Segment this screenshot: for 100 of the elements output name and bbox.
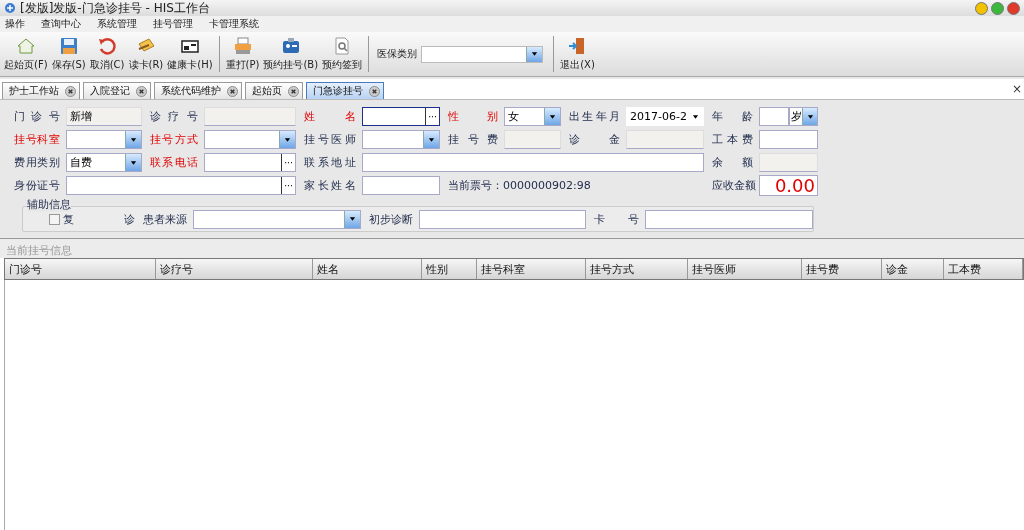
column-header[interactable]: 挂号费 <box>802 259 882 279</box>
caret-icon <box>549 113 556 120</box>
toolbar-button[interactable]: 预约签到 <box>320 36 365 72</box>
field-label: 身份证号 <box>13 178 61 193</box>
ellipsis-button[interactable]: ··· <box>281 154 295 171</box>
input-field[interactable]: 新增 <box>66 107 142 126</box>
input-field[interactable] <box>362 176 440 195</box>
dropdown-field[interactable] <box>362 130 440 149</box>
close-icon[interactable] <box>369 85 380 97</box>
column-header[interactable]: 姓名 <box>312 259 423 279</box>
document-tab[interactable]: 起始页 <box>245 82 303 99</box>
close-button[interactable] <box>1007 1 1020 15</box>
caret-icon <box>806 113 814 120</box>
close-icon[interactable] <box>136 85 147 97</box>
close-all-button[interactable]: × <box>1011 82 1022 96</box>
menu-item[interactable]: 查询中心 <box>41 17 81 31</box>
printer-icon <box>232 36 253 56</box>
menu-item[interactable]: 卡管理系统 <box>209 17 259 31</box>
field-label: 费用类别 <box>13 155 61 170</box>
minimize-button[interactable] <box>975 1 988 15</box>
caret-icon <box>130 159 137 166</box>
field-label: 患者来源 <box>142 211 187 227</box>
home-icon <box>15 36 36 56</box>
ellipsis-button[interactable]: ··· <box>281 177 295 194</box>
toolbar-button[interactable]: 健康卡(H) <box>165 36 215 72</box>
caret-icon <box>348 216 356 222</box>
dropdown-field[interactable]: 自费 <box>66 153 142 172</box>
input-field[interactable] <box>645 209 813 229</box>
column-header[interactable]: 工本费 <box>943 259 1023 279</box>
field-label: 卡 号 <box>594 211 640 227</box>
dropdown-field[interactable]: 女 <box>504 107 561 126</box>
close-icon[interactable] <box>227 85 238 97</box>
column-header[interactable]: 诊金 <box>881 259 944 279</box>
field-label: 余 额 <box>711 155 754 170</box>
insurance-label: 医保类别 <box>377 47 418 61</box>
undo-icon <box>97 36 118 56</box>
field-label: 诊 金 <box>568 132 621 147</box>
input-field[interactable] <box>362 153 704 172</box>
document-tab[interactable]: 门急诊挂号 <box>306 82 384 99</box>
dropdown-field[interactable] <box>192 209 361 229</box>
toolbar-button[interactable]: 重打(P) <box>223 36 262 72</box>
field-label: 应收金额 <box>711 178 757 193</box>
document-tab[interactable]: 护士工作站 <box>2 82 80 99</box>
field-label: 家长姓名 <box>303 178 357 193</box>
checkbox[interactable] <box>49 213 60 225</box>
dropdown-field[interactable] <box>66 130 142 149</box>
field-label: 挂号费 <box>447 132 499 147</box>
date-picker[interactable]: 2017-06-2 <box>626 107 704 126</box>
toolbar-button[interactable]: 起始页(F) <box>2 36 50 72</box>
menu-item[interactable]: 挂号管理 <box>153 17 193 31</box>
field-label: 挂号科室 <box>13 132 61 147</box>
input-field[interactable] <box>759 107 789 126</box>
window-title: [发版]发版-门急诊挂号 - HIS工作台 <box>20 0 211 17</box>
document-tab[interactable]: 入院登记 <box>83 82 151 99</box>
field-label: 诊 疗 号 <box>149 109 199 124</box>
close-icon[interactable] <box>65 85 76 97</box>
caret-icon <box>692 113 699 120</box>
app-logo-icon <box>4 2 16 14</box>
field-label: 年 龄 <box>711 109 754 124</box>
lookup-field[interactable]: ··· <box>204 153 296 172</box>
input-field[interactable] <box>504 130 561 149</box>
document-tab[interactable]: 系统代码维护 <box>154 82 242 99</box>
input-field[interactable] <box>204 107 296 126</box>
menu-item[interactable]: 操作 <box>5 17 25 31</box>
toolbar-button[interactable]: 读卡(R) <box>126 36 166 72</box>
column-header[interactable]: 门诊号 <box>5 259 156 279</box>
field-label: 工本费 <box>711 132 754 147</box>
input-field[interactable] <box>759 153 818 172</box>
amount-field: 0.00 <box>759 175 818 196</box>
exit-button[interactable]: 退出(X) <box>558 36 597 72</box>
field-label: 门 诊 号 <box>13 109 61 124</box>
column-header[interactable]: 性别 <box>422 259 477 279</box>
caret-icon <box>284 136 291 143</box>
toolbar-button[interactable]: 取消(C) <box>87 36 127 72</box>
field-label: 初步诊断 <box>368 211 413 227</box>
field-label: 联系地址 <box>303 155 357 170</box>
id-badge-icon <box>280 36 301 56</box>
ellipsis-button[interactable]: ··· <box>425 108 439 125</box>
close-icon[interactable] <box>288 85 299 97</box>
lookup-field[interactable]: ··· <box>66 176 296 195</box>
input-field[interactable] <box>759 130 818 149</box>
column-header[interactable]: 挂号医师 <box>688 259 803 279</box>
caret-icon <box>428 136 435 143</box>
lookup-field[interactable]: ··· <box>362 107 440 126</box>
toolbar-button[interactable]: 预约挂号(B) <box>261 36 321 72</box>
column-header[interactable]: 挂号科室 <box>476 259 586 279</box>
field-label: 联系电话 <box>149 155 199 170</box>
menu-item[interactable]: 系统管理 <box>97 17 137 31</box>
dropdown-field[interactable] <box>204 130 296 149</box>
ticket-number: 当前票号：0000000902:98 <box>447 178 592 193</box>
insurance-dropdown[interactable] <box>421 45 544 63</box>
column-header[interactable]: 挂号方式 <box>586 259 689 279</box>
maximize-button[interactable] <box>991 1 1004 15</box>
input-field[interactable] <box>418 209 587 229</box>
input-field[interactable] <box>626 130 704 149</box>
field-label: 挂号医师 <box>303 132 357 147</box>
unit-dropdown[interactable]: 岁 <box>789 107 818 126</box>
column-header[interactable]: 诊疗号 <box>155 259 313 279</box>
field-label: 挂号方式 <box>149 132 199 147</box>
toolbar-button[interactable]: 保存(S) <box>49 36 88 72</box>
